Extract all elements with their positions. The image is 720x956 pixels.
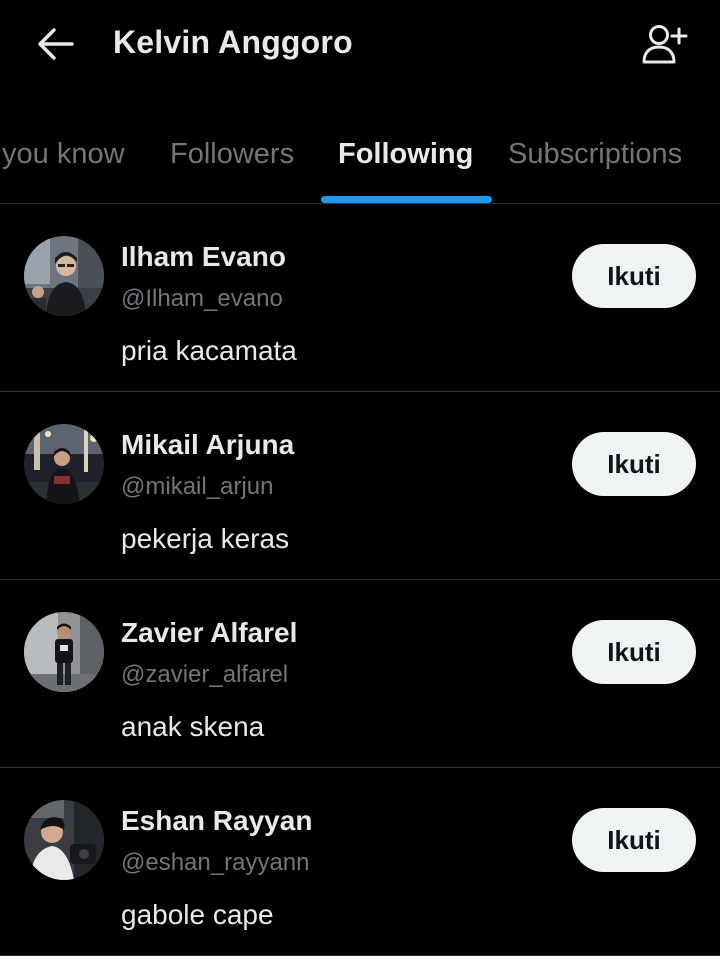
- following-list: Ilham Evano @Ilham_evano pria kacamata I…: [0, 204, 720, 956]
- back-button[interactable]: [32, 22, 80, 66]
- avatar[interactable]: [24, 424, 104, 504]
- add-user-button[interactable]: [636, 20, 692, 70]
- tab-followers[interactable]: Followers: [170, 138, 294, 171]
- user-bio: anak skena: [121, 711, 265, 742]
- user-handle: @eshan_rayyann: [121, 849, 310, 876]
- list-item[interactable]: Ilham Evano @Ilham_evano pria kacamata I…: [0, 204, 720, 392]
- list-item[interactable]: Zavier Alfarel @zavier_alfarel anak sken…: [0, 580, 720, 768]
- follow-button[interactable]: Ikuti: [572, 808, 696, 872]
- arrow-left-icon: [38, 28, 74, 60]
- add-user-icon: [642, 25, 688, 64]
- user-name[interactable]: Zavier Alfarel: [121, 617, 297, 649]
- user-handle: @zavier_alfarel: [121, 661, 289, 688]
- avatar[interactable]: [24, 800, 104, 880]
- list-item[interactable]: Eshan Rayyan @eshan_rayyann gabole cape …: [0, 768, 720, 956]
- tab-followers-you-know[interactable]: you know: [2, 138, 125, 171]
- active-tab-indicator: [321, 196, 492, 203]
- tab-following[interactable]: Following: [338, 138, 473, 171]
- user-name[interactable]: Mikail Arjuna: [121, 429, 294, 461]
- avatar[interactable]: [24, 612, 104, 692]
- user-handle: @Ilham_evano: [121, 285, 283, 312]
- follow-button[interactable]: Ikuti: [572, 244, 696, 308]
- page-title: Kelvin Anggoro: [113, 24, 353, 60]
- user-bio: pria kacamata: [121, 335, 297, 366]
- avatar[interactable]: [24, 236, 104, 316]
- user-bio: pekerja keras: [121, 523, 290, 554]
- profile-tabs: you know Followers Following Subscriptio…: [0, 120, 720, 204]
- user-handle: @mikail_arjun: [121, 473, 274, 500]
- follow-button[interactable]: Ikuti: [572, 620, 696, 684]
- user-bio: gabole cape: [121, 899, 274, 930]
- top-app-bar: Kelvin Anggoro: [0, 0, 720, 92]
- list-item[interactable]: Mikail Arjuna @mikail_arjun pekerja kera…: [0, 392, 720, 580]
- follow-button[interactable]: Ikuti: [572, 432, 696, 496]
- user-name[interactable]: Ilham Evano: [121, 241, 286, 273]
- user-name[interactable]: Eshan Rayyan: [121, 805, 312, 837]
- tab-subscriptions[interactable]: Subscriptions: [508, 138, 682, 171]
